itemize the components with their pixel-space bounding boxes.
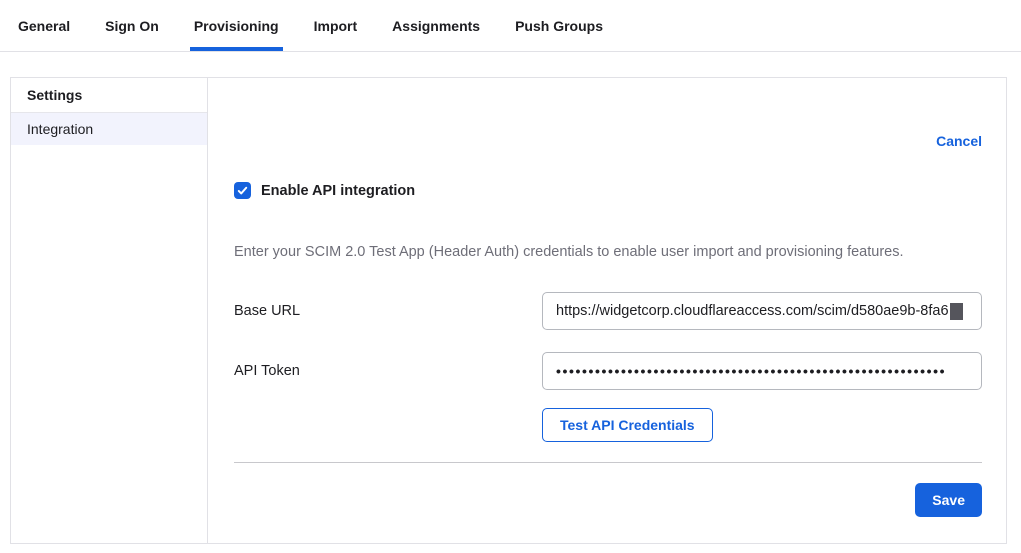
- tab-push-groups[interactable]: Push Groups: [515, 0, 603, 51]
- cancel-row: Cancel: [234, 131, 982, 152]
- base-url-field-row: Base URL https://widgetcorp.cloudflareac…: [234, 292, 982, 330]
- api-token-masked-value: ••••••••••••••••••••••••••••••••••••••••…: [556, 363, 946, 379]
- save-row: Save: [234, 483, 982, 517]
- api-token-label: API Token: [234, 363, 542, 379]
- checkmark-icon: [236, 184, 249, 197]
- sidebar-header-settings: Settings: [11, 78, 207, 113]
- provisioning-panel: Settings Integration Cancel Enable API i…: [10, 77, 1007, 544]
- api-token-field-row: API Token ••••••••••••••••••••••••••••••…: [234, 352, 982, 390]
- base-url-value: https://widgetcorp.cloudflareaccess.com/…: [556, 303, 949, 319]
- credentials-description: Enter your SCIM 2.0 Test App (Header Aut…: [234, 242, 982, 262]
- enable-api-integration-label: Enable API integration: [261, 183, 415, 199]
- integration-settings-content: Cancel Enable API integration Enter your…: [208, 78, 1006, 543]
- selected-text-block: [950, 303, 963, 320]
- app-tab-bar: General Sign On Provisioning Import Assi…: [0, 0, 1021, 52]
- footer-divider: [234, 462, 982, 463]
- tab-provisioning[interactable]: Provisioning: [194, 0, 279, 51]
- save-button[interactable]: Save: [915, 483, 982, 517]
- enable-api-integration-checkbox[interactable]: [234, 182, 251, 199]
- api-token-input[interactable]: ••••••••••••••••••••••••••••••••••••••••…: [542, 352, 982, 390]
- test-credentials-row: Test API Credentials: [234, 408, 982, 442]
- tab-sign-on[interactable]: Sign On: [105, 0, 159, 51]
- enable-api-integration-row: Enable API integration: [234, 182, 982, 199]
- sidebar-item-integration[interactable]: Integration: [11, 113, 207, 145]
- tab-assignments[interactable]: Assignments: [392, 0, 480, 51]
- cancel-link[interactable]: Cancel: [936, 133, 982, 149]
- base-url-input[interactable]: https://widgetcorp.cloudflareaccess.com/…: [542, 292, 982, 330]
- base-url-label: Base URL: [234, 303, 542, 319]
- tab-general[interactable]: General: [18, 0, 70, 51]
- settings-sidebar: Settings Integration: [11, 78, 208, 543]
- test-api-credentials-button[interactable]: Test API Credentials: [542, 408, 713, 442]
- tab-import[interactable]: Import: [314, 0, 358, 51]
